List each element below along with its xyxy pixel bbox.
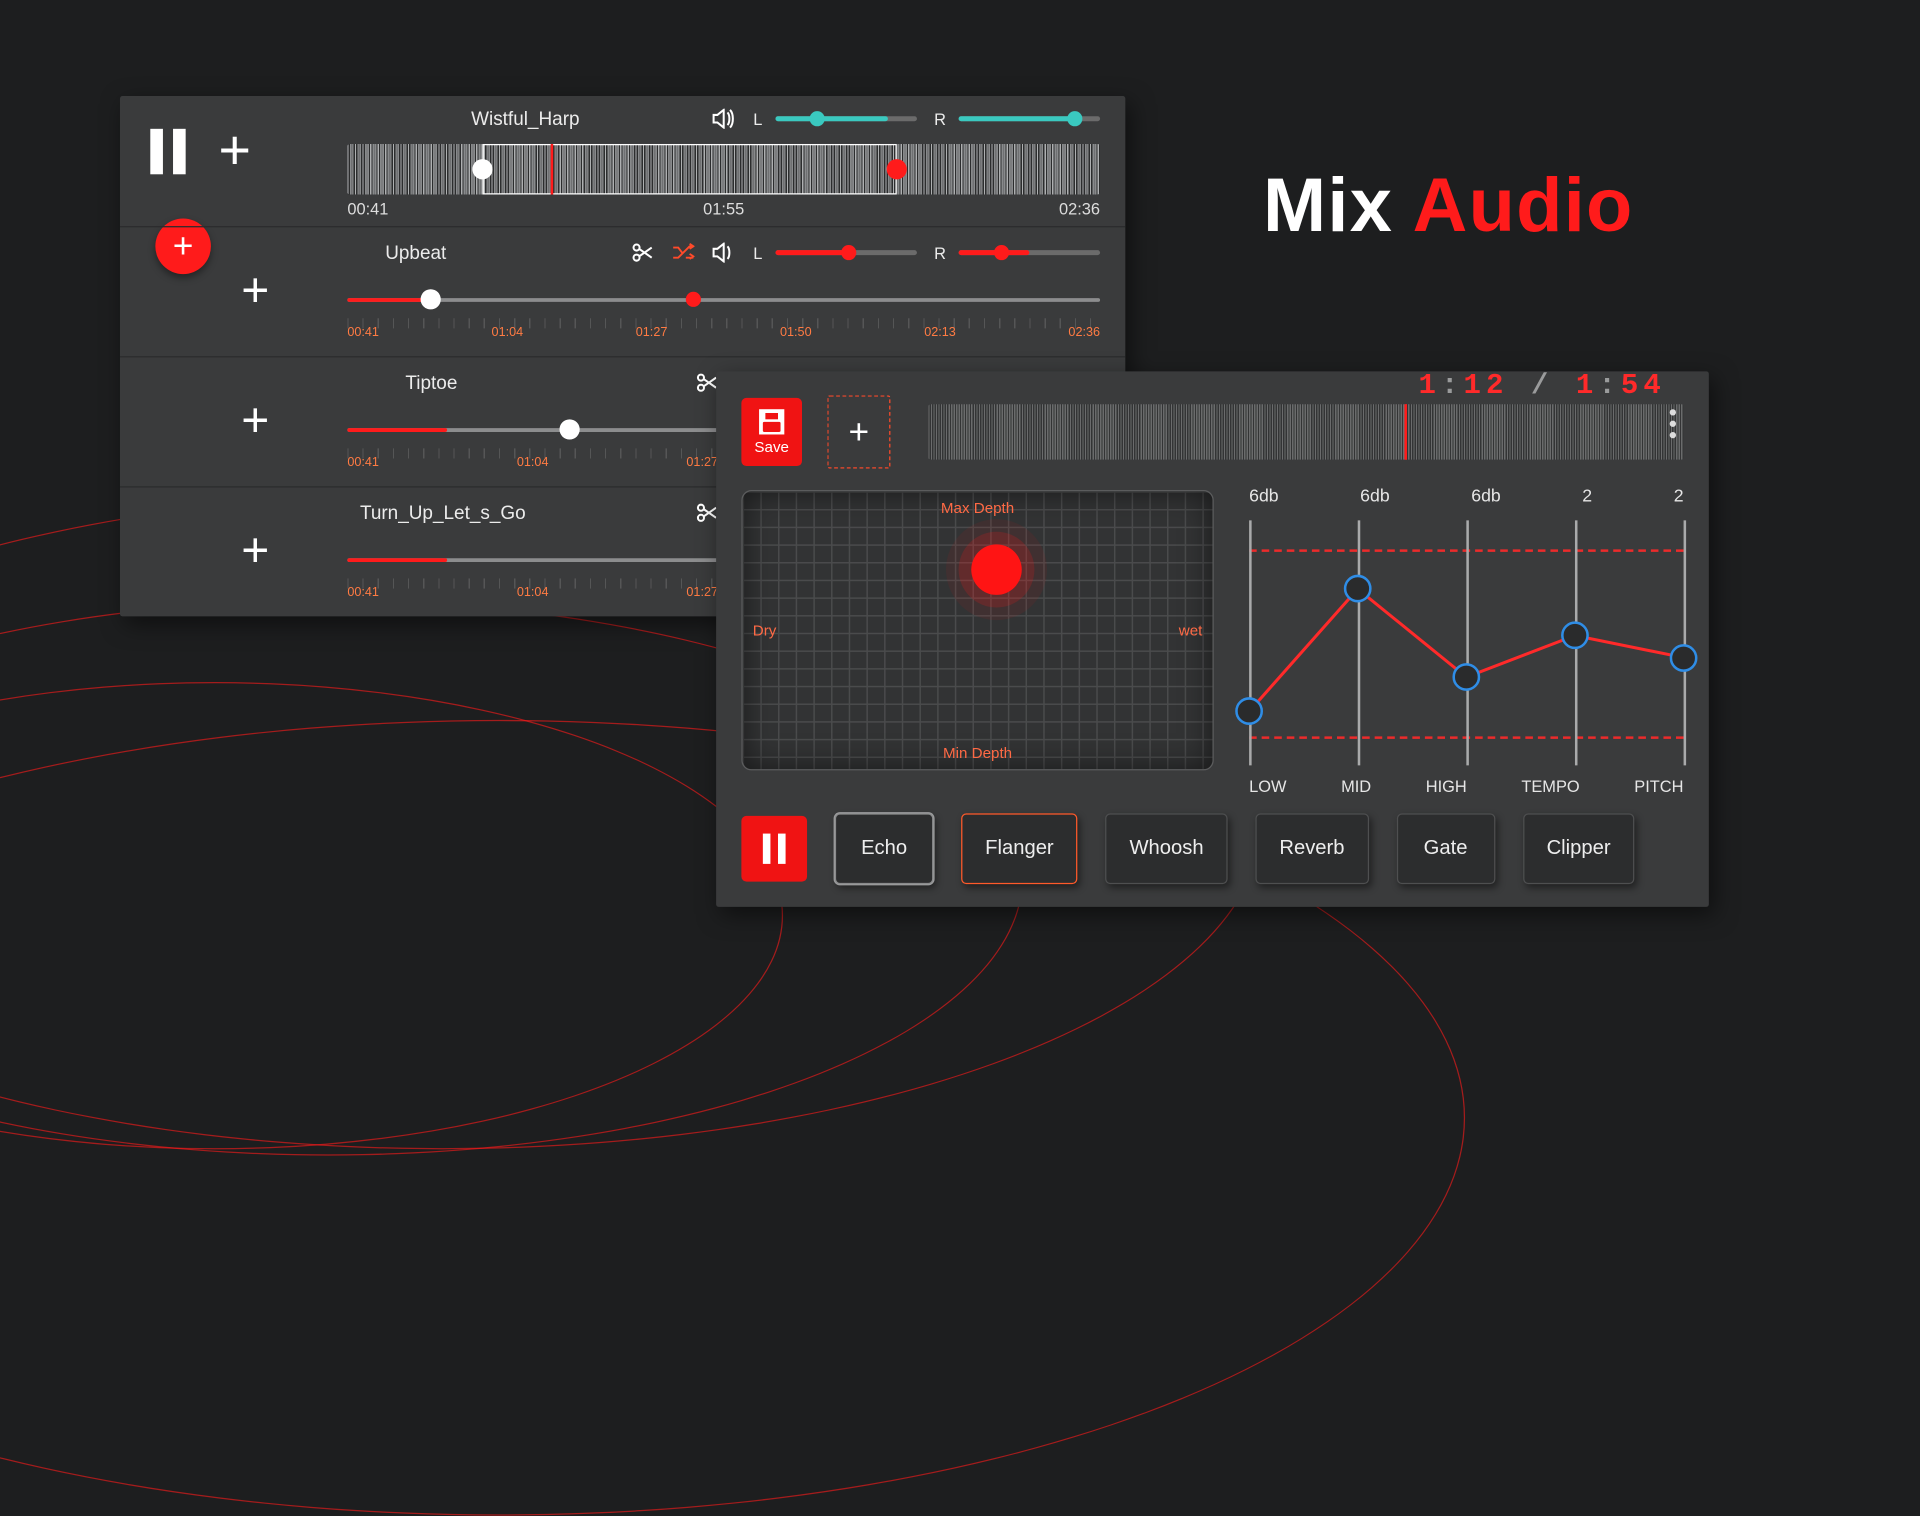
eq-knob[interactable] [1670,644,1698,672]
shuffle-icon[interactable] [672,242,695,262]
eq-band-label: TEMPO [1521,777,1579,796]
track-name: Tiptoe [405,372,531,393]
eq-slider[interactable] [1358,520,1361,765]
ruler: 00:41 01:04 01:27 [347,448,718,476]
eq-band-label: LOW [1249,777,1286,796]
track-name: Wistful_Harp [471,108,623,129]
track-slider[interactable] [347,413,718,443]
add-icon[interactable]: + [241,275,269,309]
ruler-tick: 01:04 [492,326,524,340]
track-slider[interactable] [347,283,1100,313]
play-pause-button[interactable] [741,816,807,882]
ruler-tick: 01:04 [517,456,549,470]
add-clip-button[interactable]: + [827,395,890,468]
track-row: + Upbeat L R 00:4101:0401:270 [120,227,1125,357]
ruler-tick: 01:27 [686,586,718,600]
speaker-icon[interactable] [713,109,736,129]
ruler-tick: 00:41 [347,456,379,470]
pan-l-label: L [753,109,762,128]
eq-knob[interactable] [1561,622,1589,650]
track-name: Upbeat [385,242,511,263]
pan-r-slider[interactable] [959,250,1100,255]
fx-waveform[interactable] [928,404,1683,460]
eq-value: 6db [1249,485,1279,505]
track-row: Wistful_Harp L R 00:41 01:55 02:36 [120,96,1125,227]
scissors-icon[interactable] [695,501,718,524]
ruler-tick: 00:41 [347,586,379,600]
eq-value: 2 [1674,485,1684,505]
fx-button-clipper[interactable]: Clipper [1523,813,1635,884]
kebab-menu-icon[interactable] [1670,409,1676,438]
waveform-preview[interactable] [347,144,1100,195]
track-name: Turn_Up_Let_s_Go [360,502,526,523]
ruler-tick: 01:04 [517,586,549,600]
ruler-tick: 01:27 [636,326,668,340]
pan-l-label: L [753,243,762,262]
xy-pad[interactable]: Max Depth Min Depth Dry wet [741,490,1213,770]
pad-label-bottom: Min Depth [943,744,1012,762]
pad-label-right: wet [1179,621,1203,639]
track-row: + Tiptoe 00:41 01:04 01:27 [120,357,743,487]
fx-button-whoosh[interactable]: Whoosh [1105,813,1227,884]
save-button[interactable]: Save [741,398,802,466]
ruler-tick: 02:36 [1068,326,1100,340]
fx-button-gate[interactable]: Gate [1396,813,1495,884]
add-icon[interactable]: + [241,535,269,569]
ruler: 00:41 01:04 01:27 01:50 02:13 02:36 [347,318,1100,346]
ruler-tick: 01:27 [686,456,718,470]
pan-l-slider[interactable] [775,250,916,255]
eq-band-label: MID [1341,777,1371,796]
ruler-tick: 00:41 [347,326,379,340]
eq-graph: 6db6db6db22 LOWMIDHIGHTEMPOPITCH [1249,490,1683,791]
eq-value: 2 [1582,485,1592,505]
ruler: 00:41 01:04 01:27 [347,578,718,606]
eq-value: 6db [1471,485,1501,505]
save-label: Save [754,438,789,456]
eq-knob[interactable] [1452,663,1480,691]
eq-band-label: HIGH [1426,777,1467,796]
eq-band-label: PITCH [1634,777,1683,796]
eq-slider[interactable] [1466,520,1469,765]
scissors-icon[interactable] [632,241,655,264]
track-row: + Turn_Up_Let_s_Go 00:41 01:04 01:27 [120,488,743,617]
save-icon [759,409,784,434]
fx-button-echo[interactable]: Echo [835,813,934,884]
add-icon[interactable]: + [241,405,269,439]
pause-icon [763,834,786,864]
eq-knob[interactable] [1344,575,1372,603]
speaker-icon[interactable] [713,242,736,262]
pan-r-slider[interactable] [959,116,1100,121]
pan-r-label: R [934,243,946,262]
hero-title: Mix Audio [1263,162,1634,249]
xy-puck[interactable] [971,544,1022,595]
fx-button-reverb[interactable]: Reverb [1255,813,1368,884]
pad-label-left: Dry [753,621,777,639]
pan-r-label: R [934,109,946,128]
eq-slider[interactable] [1249,520,1252,765]
ruler-tick: 02:13 [924,326,956,340]
waveform-times: 00:41 01:55 02:36 [347,200,1100,219]
pan-l-slider[interactable] [775,116,916,121]
pad-label-top: Max Depth [941,499,1014,517]
track-slider[interactable] [347,543,718,573]
scissors-icon[interactable] [695,371,718,394]
eq-knob[interactable] [1235,698,1263,726]
eq-value: 6db [1360,485,1390,505]
fx-button-flanger[interactable]: Flanger [961,813,1078,884]
fx-panel: 1:12 / 1:54 Save + Max Depth Min Depth D… [716,371,1709,907]
ruler-tick: 01:50 [780,326,812,340]
